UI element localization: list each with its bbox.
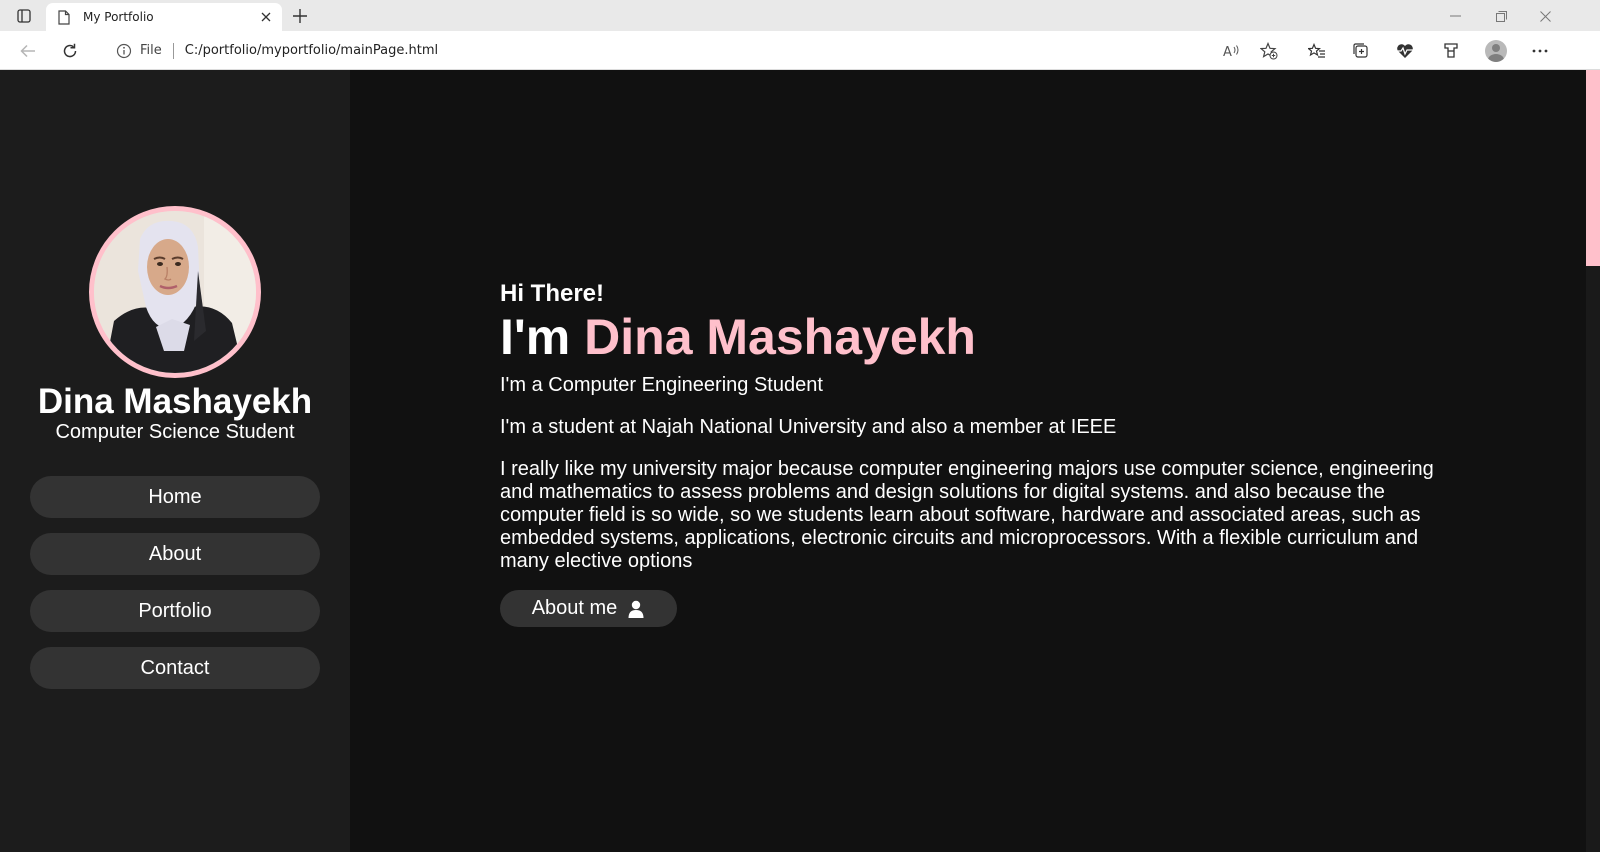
close-icon[interactable] [254,5,278,29]
tab-actions-icon[interactable] [10,6,38,26]
profile-photo [89,206,261,378]
info-icon[interactable] [116,43,132,59]
plus-icon[interactable] [288,5,312,27]
hero-description: I really like my university major becaus… [500,458,1434,572]
hero-greeting: Hi There! [500,280,605,307]
collections-icon[interactable] [1347,38,1375,64]
tab-strip: My Portfolio [0,0,1600,31]
about-me-button[interactable]: About me [500,590,677,627]
close-window-icon[interactable] [1530,6,1560,26]
url-scheme: File [140,43,162,58]
read-aloud-icon[interactable]: A [1218,35,1246,66]
back-icon[interactable] [14,38,42,64]
favorites-icon[interactable] [1303,38,1331,64]
restore-icon[interactable] [1486,6,1516,26]
hero-title-prefix: I'm [500,309,571,365]
health-icon[interactable] [1391,38,1419,64]
page-scrollbar[interactable] [1586,70,1600,852]
sidebar-role: Computer Science Student [55,421,295,443]
nav-portfolio[interactable]: Portfolio [30,590,320,632]
browser-tab[interactable]: My Portfolio [46,3,282,31]
more-icon[interactable] [1526,38,1554,64]
sidebar-name: Dina Mashayekh [37,382,313,421]
url-text[interactable]: C:/portfolio/myportfolio/mainPage.html [185,43,438,58]
add-favorite-icon[interactable] [1255,35,1283,66]
sidebar-nav: Home About Portfolio Contact [30,476,320,704]
extensions-icon[interactable] [1437,38,1465,64]
scrollbar-thumb[interactable] [1586,70,1600,266]
sidebar: Dina Mashayekh Computer Science Student … [0,70,350,852]
url-field[interactable]: File C:/portfolio/myportfolio/mainPage.h… [98,35,1316,66]
profile-icon[interactable] [1482,38,1510,64]
hero-title-name: Dina Mashayekh [584,309,976,365]
svg-text:A: A [1223,45,1232,59]
hero-line-1: I'm a Computer Engineering Student [500,374,823,396]
hero-line-2: I'm a student at Najah National Universi… [500,416,1117,438]
tab-title: My Portfolio [83,10,154,24]
nav-about[interactable]: About [30,533,320,575]
hero-title: I'm Dina Mashayekh [500,308,976,366]
nav-home[interactable]: Home [30,476,320,518]
document-icon [58,9,72,25]
user-icon [627,600,645,618]
nav-contact[interactable]: Contact [30,647,320,689]
minimize-icon[interactable] [1440,6,1470,26]
address-bar: File C:/portfolio/myportfolio/mainPage.h… [0,31,1600,70]
page-viewport: Dina Mashayekh Computer Science Student … [0,70,1586,852]
about-me-label: About me [531,597,618,619]
url-divider [172,42,174,59]
refresh-icon[interactable] [56,38,84,64]
